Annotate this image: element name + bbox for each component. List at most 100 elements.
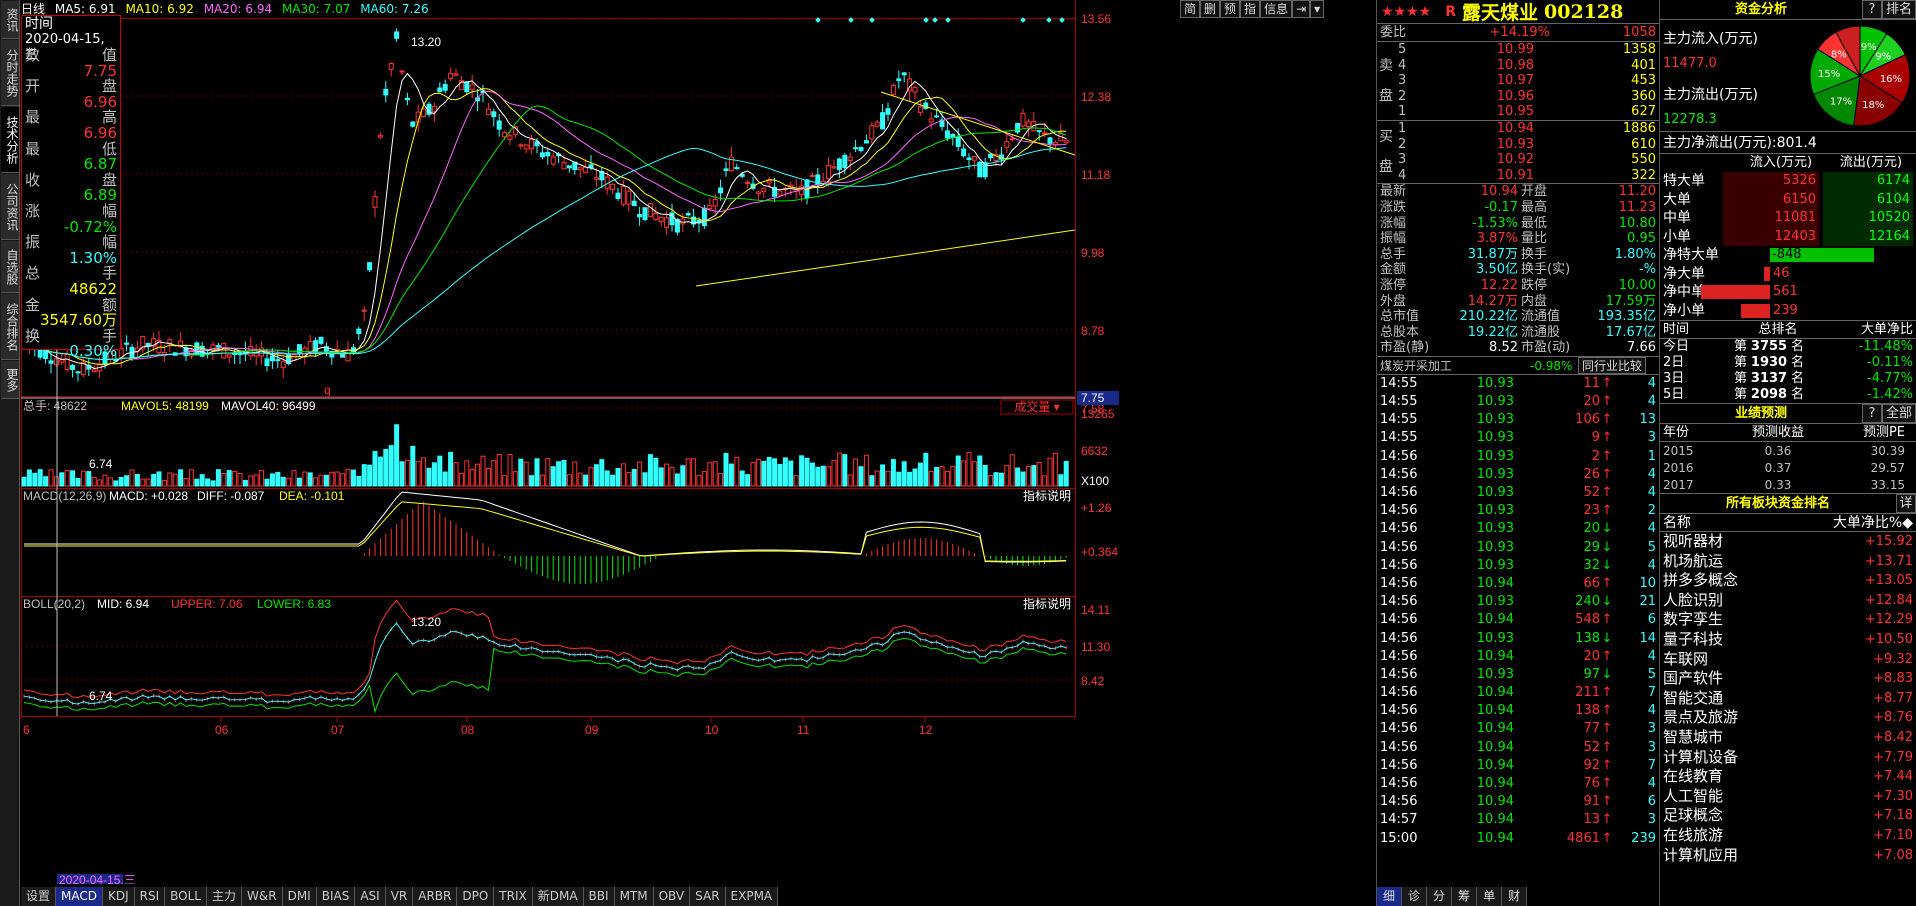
vol-tick: X100 [1081, 474, 1109, 488]
left-tab-4[interactable]: 自选股 [1, 241, 19, 293]
sell-level[interactable]: 5 10.99 1358 [1395, 42, 1659, 58]
quote-tab-0[interactable]: 细 [1377, 887, 1403, 906]
tick-price: 10.94 [1476, 739, 1514, 755]
left-tab-6[interactable]: 更多 [1, 361, 19, 399]
sell-level[interactable]: 1 10.95 627 [1395, 104, 1659, 120]
sector-row[interactable]: 计算机设备 +7.79 [1660, 748, 1916, 768]
sell-level[interactable]: 3 10.97 453 [1395, 73, 1659, 89]
volume-bar [707, 462, 713, 487]
sector-row[interactable]: 数字孪生 +12.29 [1660, 610, 1916, 630]
left-tab-1[interactable]: 分时走势 [1, 40, 19, 106]
volume-bar [383, 448, 389, 487]
toolbar-button-3[interactable]: 指 [1240, 0, 1261, 18]
volume-bar [140, 478, 146, 487]
volume-bar [1031, 465, 1037, 487]
indicator-tab-15[interactable]: BBI [583, 887, 615, 906]
indicator-tab-9[interactable]: ASI [355, 887, 386, 906]
indicator-tab-8[interactable]: BIAS [316, 887, 356, 906]
toolbar-button-4[interactable]: 信息 [1260, 0, 1293, 18]
sector-row[interactable]: 视听器材 +15.92 [1660, 532, 1916, 552]
toolbar-button-0[interactable]: 简 [1180, 0, 1201, 18]
quote-tab-3[interactable]: 筹 [1452, 887, 1478, 906]
forecast-all-button[interactable]: 全部 [1882, 404, 1916, 423]
volume-bar [998, 472, 1004, 487]
indicator-tab-6[interactable]: W&R [242, 887, 283, 906]
sector-row[interactable]: 人工智能 +7.30 [1660, 787, 1916, 807]
left-tab-0[interactable]: 资讯 [1, 1, 19, 39]
indicator-tab-16[interactable]: MTM [614, 887, 654, 906]
candle-body [491, 111, 497, 118]
sell-level[interactable]: 4 10.98 401 [1395, 58, 1659, 74]
candle-body [264, 358, 270, 367]
indicator-tab-19[interactable]: EXPMA [725, 887, 779, 906]
toolbar-button-2[interactable]: 预 [1220, 0, 1241, 18]
sector-row[interactable]: 足球概念 +7.18 [1660, 806, 1916, 826]
sector-row[interactable]: 在线旅游 +7.10 [1660, 826, 1916, 846]
volume-bar [264, 478, 270, 487]
quote-tab-5[interactable]: 财 [1502, 887, 1528, 906]
sector-detail-button[interactable]: 详 [1896, 494, 1916, 513]
volume-bar [917, 462, 923, 487]
industry-compare-button[interactable]: 同行业比较 [1578, 356, 1647, 374]
flow-row: 中单 11081 10520 [1660, 209, 1916, 228]
tick-price: 10.94 [1476, 721, 1514, 737]
indicator-tab-13[interactable]: TRIX [494, 887, 533, 906]
sector-row[interactable]: 在线教育 +7.44 [1660, 767, 1916, 787]
info-title: 时间 [25, 16, 53, 32]
sector-row[interactable]: 量子科技 +10.50 [1660, 630, 1916, 650]
indicator-tab-12[interactable]: DPO [457, 887, 495, 906]
left-tab-2[interactable]: 技术分析 [1, 107, 19, 173]
sector-row[interactable]: 计算机应用 +7.08 [1660, 846, 1916, 866]
buy-level[interactable]: 2 10.93 610 [1395, 137, 1659, 153]
volume-bar [377, 456, 383, 487]
tick-time: 14:56 [1380, 648, 1418, 664]
buy-level[interactable]: 1 10.94 1886 [1395, 121, 1659, 137]
sector-row[interactable]: 智慧城市 +8.42 [1660, 728, 1916, 748]
indicator-tab-0[interactable]: 设置 [21, 887, 57, 906]
sector-row[interactable]: 景点及旅游 +8.76 [1660, 708, 1916, 728]
candle-body [1063, 139, 1069, 144]
sector-row[interactable]: 人脸识别 +12.84 [1660, 591, 1916, 611]
volume-bar [977, 455, 983, 487]
left-tab-3[interactable]: 公司资讯 [1, 174, 19, 240]
indicator-tab-5[interactable]: 主力 [207, 887, 243, 906]
indicator-tab-1[interactable]: MACD [56, 887, 103, 906]
quote-tab-1[interactable]: 诊 [1402, 887, 1428, 906]
toolbar-button-6[interactable]: ▾ [1310, 0, 1325, 18]
sector-row[interactable]: 智能交通 +8.77 [1660, 689, 1916, 709]
indicator-tab-18[interactable]: SAR [690, 887, 726, 906]
tick-row: 14:55 10.93 11 ↑ 4 [1377, 375, 1659, 393]
indicator-tab-11[interactable]: ARBR [413, 887, 458, 906]
stat-row: 总股本 19.22亿 流通股 17.67亿 [1377, 325, 1659, 341]
tick-list[interactable]: 14:55 10.93 11 ↑ 4 14:55 10.93 20 ↑ 4 14:55 10.93 10… [1377, 375, 1659, 848]
flow-out-value: 6104 [1823, 190, 1913, 209]
indicator-tab-10[interactable]: VR [385, 887, 414, 906]
info-row-left: 收 [25, 170, 41, 189]
indicator-tab-4[interactable]: BOLL [165, 887, 207, 906]
sell-level[interactable]: 2 10.96 360 [1395, 89, 1659, 105]
quote-tab-2[interactable]: 分 [1427, 887, 1453, 906]
indicator-tab-14[interactable]: 新DMA [532, 887, 584, 906]
indicator-tab-17[interactable]: OBV [653, 887, 691, 906]
volume-bar [480, 455, 486, 487]
toolbar-button-1[interactable]: 删 [1200, 0, 1221, 18]
sector-row[interactable]: 拼多多概念 +13.05 [1660, 571, 1916, 591]
fund-help-button[interactable]: ? [1862, 0, 1882, 19]
quote-tab-4[interactable]: 单 [1477, 887, 1503, 906]
toolbar-button-5[interactable]: ⇥ [1292, 0, 1311, 18]
volume-bar [950, 466, 956, 487]
sector-row[interactable]: 机场航运 +13.71 [1660, 552, 1916, 572]
volume-bar [307, 472, 313, 487]
indicator-tab-3[interactable]: RSI [134, 887, 166, 906]
tick-volume: 77 [1583, 721, 1600, 737]
forecast-help-button[interactable]: ? [1862, 404, 1882, 423]
left-tab-5[interactable]: 综合排名 [1, 294, 19, 360]
indicator-tab-2[interactable]: KDJ [103, 887, 135, 906]
sector-row[interactable]: 车联网 +9.32 [1660, 650, 1916, 670]
indicator-tab-7[interactable]: DMI [282, 887, 317, 906]
kline-chart-area[interactable]: 13.5612.3811.189.988.787.587.7513.206.74… [21, 0, 1317, 884]
sector-row[interactable]: 国产软件 +8.83 [1660, 669, 1916, 689]
fund-rank-button[interactable]: 排名 [1882, 0, 1916, 19]
buy-level[interactable]: 3 10.92 550 [1395, 152, 1659, 168]
buy-level[interactable]: 4 10.91 322 [1395, 168, 1659, 184]
